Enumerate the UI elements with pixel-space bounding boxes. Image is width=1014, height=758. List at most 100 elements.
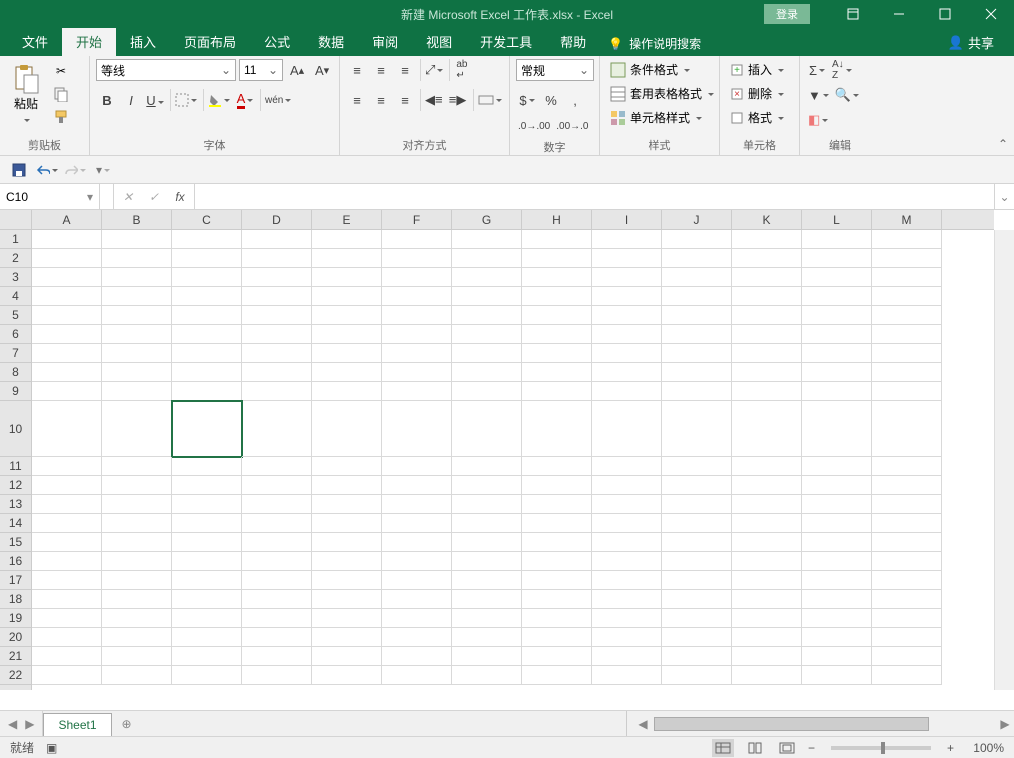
cell[interactable] [592, 230, 662, 249]
cell[interactable] [522, 476, 592, 495]
macro-record-icon[interactable]: ▣ [46, 741, 57, 755]
cell[interactable] [312, 552, 382, 571]
cell[interactable] [102, 495, 172, 514]
cell[interactable] [732, 249, 802, 268]
cell[interactable] [102, 476, 172, 495]
cell[interactable] [312, 382, 382, 401]
cell[interactable] [802, 325, 872, 344]
cell[interactable] [312, 268, 382, 287]
cell[interactable] [732, 401, 802, 457]
cell[interactable] [172, 514, 242, 533]
add-sheet-button[interactable]: ⊕ [112, 711, 142, 736]
cell[interactable] [242, 306, 312, 325]
cell[interactable] [382, 306, 452, 325]
row-header[interactable]: 19 [0, 609, 31, 628]
cell[interactable] [662, 552, 732, 571]
cell[interactable] [732, 552, 802, 571]
cell[interactable] [452, 533, 522, 552]
cell[interactable] [102, 344, 172, 363]
column-header[interactable]: D [242, 210, 312, 229]
cell[interactable] [32, 401, 102, 457]
cancel-formula-button[interactable]: ✕ [118, 187, 138, 207]
cell[interactable] [592, 495, 662, 514]
save-button[interactable] [8, 159, 30, 181]
cell[interactable] [312, 325, 382, 344]
cell[interactable] [32, 609, 102, 628]
sheet-nav-next-icon[interactable]: ▶ [25, 717, 34, 731]
column-header[interactable]: I [592, 210, 662, 229]
cell[interactable] [382, 344, 452, 363]
row-header[interactable]: 18 [0, 590, 31, 609]
cell[interactable] [872, 382, 942, 401]
cell[interactable] [802, 344, 872, 363]
column-header[interactable]: J [662, 210, 732, 229]
cell[interactable] [662, 249, 732, 268]
vertical-scrollbar[interactable] [994, 230, 1014, 690]
cell[interactable] [312, 495, 382, 514]
cell[interactable] [802, 495, 872, 514]
cell[interactable] [382, 476, 452, 495]
cell[interactable] [732, 382, 802, 401]
page-layout-view-button[interactable] [744, 739, 766, 757]
cell[interactable] [452, 457, 522, 476]
cell[interactable] [732, 647, 802, 666]
clear-button[interactable]: ◧ [806, 109, 830, 131]
cell[interactable] [382, 514, 452, 533]
cell[interactable] [382, 268, 452, 287]
cell[interactable] [32, 325, 102, 344]
increase-indent-button[interactable]: ≡▶ [447, 89, 469, 111]
cell[interactable] [382, 533, 452, 552]
row-header[interactable]: 9 [0, 382, 31, 401]
cell[interactable] [662, 571, 732, 590]
select-all-corner[interactable] [0, 210, 32, 230]
cell[interactable] [732, 306, 802, 325]
cell[interactable] [522, 457, 592, 476]
fill-button[interactable]: ▼ [806, 84, 831, 106]
cell[interactable] [382, 230, 452, 249]
cell[interactable] [662, 590, 732, 609]
cell[interactable] [312, 647, 382, 666]
column-header[interactable]: A [32, 210, 102, 229]
cell[interactable] [312, 249, 382, 268]
cell[interactable] [172, 230, 242, 249]
minimize-icon[interactable] [876, 0, 922, 28]
align-middle-button[interactable]: ≡ [370, 59, 392, 81]
cell[interactable] [522, 287, 592, 306]
qat-customize-button[interactable]: ▾ [92, 159, 114, 181]
cell[interactable] [592, 609, 662, 628]
align-center-button[interactable]: ≡ [370, 89, 392, 111]
cell[interactable] [592, 533, 662, 552]
cell[interactable] [452, 306, 522, 325]
tab-file[interactable]: 文件 [8, 27, 62, 56]
cell[interactable] [732, 590, 802, 609]
cell[interactable] [102, 325, 172, 344]
cell[interactable] [872, 628, 942, 647]
cell[interactable] [102, 268, 172, 287]
cell[interactable] [102, 647, 172, 666]
format-table-button[interactable]: 套用表格格式 [606, 83, 718, 104]
cell[interactable] [662, 325, 732, 344]
cell[interactable] [592, 590, 662, 609]
cell[interactable] [452, 287, 522, 306]
cell[interactable] [172, 382, 242, 401]
cell[interactable] [172, 533, 242, 552]
cell[interactable] [312, 628, 382, 647]
cell[interactable] [452, 230, 522, 249]
row-header[interactable]: 14 [0, 514, 31, 533]
undo-button[interactable] [36, 159, 58, 181]
cell[interactable] [522, 230, 592, 249]
font-name-combo[interactable]: 等线⌄ [96, 59, 236, 81]
row-header[interactable]: 7 [0, 344, 31, 363]
cell[interactable] [592, 552, 662, 571]
cell[interactable] [32, 287, 102, 306]
cell[interactable] [452, 476, 522, 495]
cell[interactable] [102, 363, 172, 382]
sheet-tab-splitter[interactable] [626, 711, 634, 736]
cell[interactable] [452, 590, 522, 609]
paste-button[interactable]: 粘贴 [6, 59, 46, 130]
cell[interactable] [102, 571, 172, 590]
cell[interactable] [662, 306, 732, 325]
comma-button[interactable]: , [564, 89, 586, 111]
cell[interactable] [592, 457, 662, 476]
cell[interactable] [312, 666, 382, 685]
